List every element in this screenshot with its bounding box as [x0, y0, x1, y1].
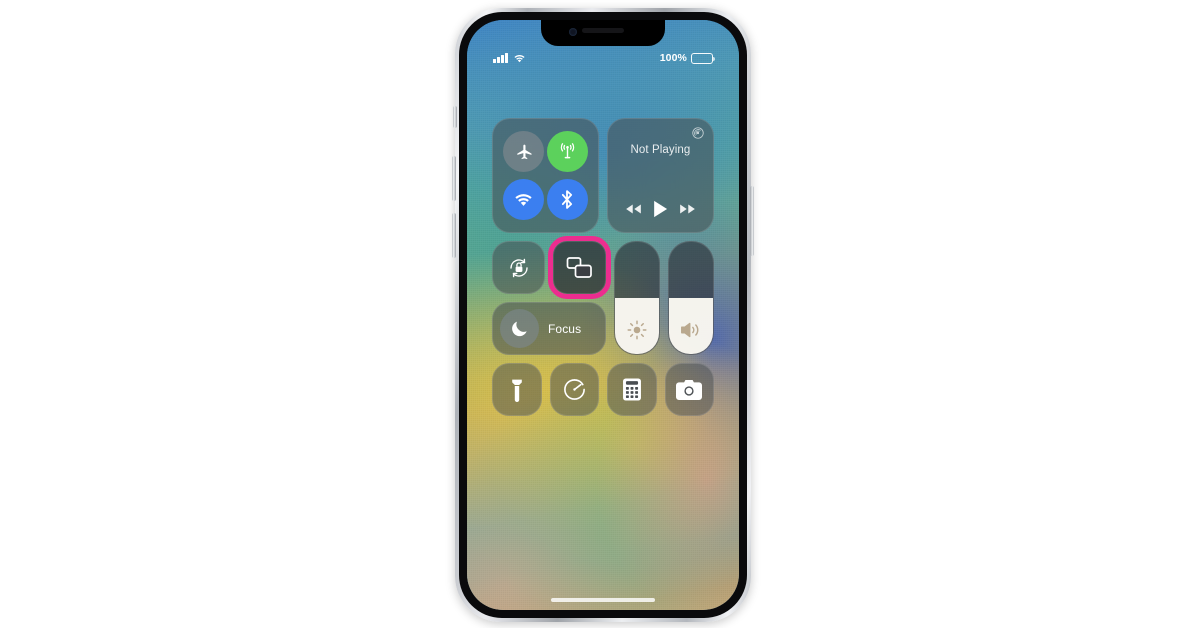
battery-percentage: 100%	[659, 52, 687, 64]
side-power-button[interactable]	[750, 186, 754, 256]
wifi-toggle[interactable]	[503, 178, 545, 220]
timer-icon	[562, 377, 587, 402]
volume-slider[interactable]	[668, 241, 714, 355]
airplane-icon	[514, 142, 534, 162]
brightness-slider[interactable]	[614, 241, 660, 355]
earpiece-speaker	[582, 27, 624, 33]
wifi-icon	[513, 53, 526, 63]
cellular-bars-icon	[493, 53, 508, 63]
moon-icon	[510, 319, 529, 338]
airplay-audio-icon[interactable]	[691, 126, 705, 140]
mute-switch[interactable]	[453, 106, 457, 128]
status-bar: 100%	[467, 50, 739, 66]
status-bar-right: 100%	[659, 52, 716, 64]
control-center-row-2: Focus	[492, 236, 714, 355]
rotation-lock-icon	[506, 255, 532, 281]
volume-down-button[interactable]	[452, 213, 456, 258]
focus-tile[interactable]: Focus	[492, 302, 606, 355]
bluetooth-toggle[interactable]	[546, 178, 588, 220]
control-center-mid-left: Focus	[492, 236, 611, 355]
status-bar-left	[493, 53, 526, 63]
control-center-row-1: Not Playing	[492, 118, 714, 233]
control-center: Not Playing Focus	[467, 118, 739, 416]
camera-button[interactable]	[664, 363, 714, 416]
front-camera-icon	[569, 28, 577, 36]
battery-full-icon	[691, 52, 716, 64]
timer-button[interactable]	[549, 363, 599, 416]
brightness-sun-icon	[615, 319, 659, 341]
fast-forward-button[interactable]	[679, 203, 696, 215]
bluetooth-icon	[559, 189, 575, 210]
calculator-button[interactable]	[607, 363, 657, 416]
calculator-icon	[621, 377, 643, 402]
cellular-data-toggle[interactable]	[546, 131, 588, 173]
connectivity-module	[492, 118, 599, 233]
wifi-icon	[513, 191, 534, 207]
home-indicator[interactable]	[551, 597, 655, 602]
cellular-antenna-icon	[557, 141, 578, 162]
lock-mirror-row	[492, 236, 611, 299]
control-center-row-3	[492, 363, 714, 416]
screen-mirroring-icon	[566, 256, 593, 279]
flashlight-button[interactable]	[492, 363, 542, 416]
display-notch	[541, 20, 665, 46]
media-playback-module[interactable]: Not Playing	[606, 118, 714, 233]
rotation-lock-button[interactable]	[492, 241, 545, 294]
focus-circle	[500, 309, 539, 348]
speaker-wave-icon	[669, 319, 713, 341]
camera-icon	[676, 379, 703, 401]
play-button[interactable]	[653, 200, 668, 218]
media-title: Not Playing	[630, 144, 691, 156]
screenshot-canvas: 100% Not Playing Focus	[0, 0, 1200, 628]
focus-label: Focus	[548, 321, 582, 336]
phone-screen[interactable]: 100% Not Playing Focus	[467, 20, 739, 610]
airplane-mode-toggle[interactable]	[503, 131, 545, 173]
media-controls	[608, 200, 713, 218]
phone-bezel: 100% Not Playing Focus	[459, 12, 747, 618]
screen-mirroring-button[interactable]	[548, 236, 611, 299]
volume-up-button[interactable]	[452, 156, 456, 201]
iphone-device-frame: 100% Not Playing Focus	[452, 8, 754, 622]
rewind-button[interactable]	[625, 203, 642, 215]
flashlight-icon	[506, 378, 528, 402]
